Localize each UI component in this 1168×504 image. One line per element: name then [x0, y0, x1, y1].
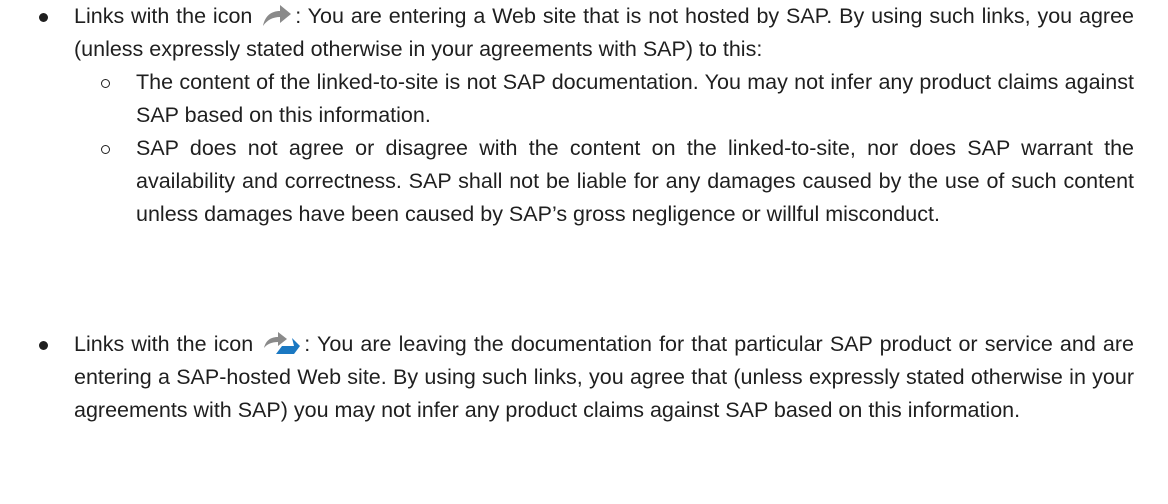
- sub-bullet-marker: [101, 145, 110, 154]
- item-text-before-icon: Links with the icon: [74, 4, 260, 28]
- sub-item-text: The content of the linked-to-site is not…: [136, 70, 1134, 127]
- bullet-marker: [39, 341, 48, 350]
- document-page: Links with the icon : You are entering a…: [0, 0, 1168, 504]
- list-item-external-links: Links with the icon : You are entering a…: [74, 0, 1134, 66]
- external-link-arrow-icon: [261, 2, 293, 28]
- bullet-marker: [39, 13, 48, 22]
- sub-bullet-marker: [101, 79, 110, 88]
- sub-item-not-sap-documentation: The content of the linked-to-site is not…: [136, 66, 1134, 132]
- sub-item-no-warranty: SAP does not agree or disagree with the …: [136, 132, 1134, 230]
- item-text-before-icon: Links with the icon: [74, 332, 261, 356]
- sap-hosted-link-icon: [262, 330, 302, 356]
- sub-item-text: SAP does not agree or disagree with the …: [136, 136, 1134, 226]
- list-item-sap-hosted-links: Links with the icon : You are leaving th…: [74, 328, 1134, 426]
